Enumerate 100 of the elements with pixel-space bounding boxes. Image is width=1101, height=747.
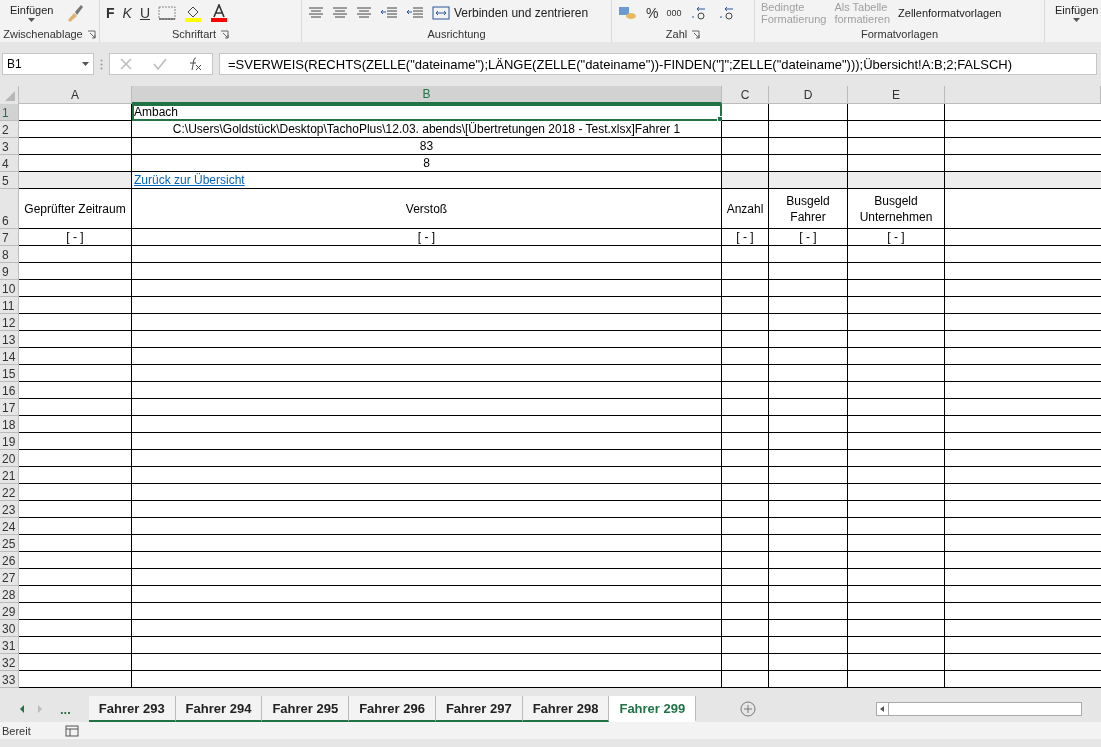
- column-header[interactable]: D: [769, 86, 848, 104]
- table-cell[interactable]: [848, 172, 945, 189]
- table-cell[interactable]: [132, 569, 722, 586]
- table-cell[interactable]: [132, 416, 722, 433]
- table-cell[interactable]: [769, 297, 848, 314]
- table-cell[interactable]: Anzahl: [722, 189, 769, 229]
- table-cell[interactable]: [19, 314, 132, 331]
- table-cell[interactable]: [848, 654, 945, 671]
- table-cell[interactable]: 83: [132, 138, 722, 155]
- grip-icon[interactable]: [100, 58, 103, 70]
- table-cell[interactable]: [769, 518, 848, 535]
- table-cell[interactable]: [19, 172, 132, 189]
- table-cell[interactable]: [132, 654, 722, 671]
- row-header[interactable]: 33: [0, 671, 19, 688]
- row-header[interactable]: 9: [0, 263, 19, 280]
- table-cell[interactable]: [ - ]: [722, 229, 769, 246]
- coins-icon[interactable]: [618, 5, 638, 21]
- table-cell[interactable]: [848, 637, 945, 654]
- style-button[interactable]: Zellenformatvorlagen: [898, 7, 1002, 19]
- row-header[interactable]: 24: [0, 518, 19, 535]
- more-sheets-button[interactable]: ...: [60, 701, 71, 717]
- table-cell[interactable]: [769, 104, 848, 121]
- table-cell[interactable]: [769, 246, 848, 263]
- table-cell[interactable]: [848, 620, 945, 637]
- table-cell[interactable]: [722, 246, 769, 263]
- table-cell[interactable]: [132, 331, 722, 348]
- table-cell[interactable]: [769, 569, 848, 586]
- table-cell[interactable]: [132, 280, 722, 297]
- table-cell[interactable]: [19, 654, 132, 671]
- row-header[interactable]: 15: [0, 365, 19, 382]
- merge-button[interactable]: Verbinden und zentrieren: [432, 6, 589, 20]
- row-header[interactable]: 31: [0, 637, 19, 654]
- table-cell[interactable]: [848, 155, 945, 172]
- macro-record-icon[interactable]: [64, 724, 79, 737]
- table-cell[interactable]: [848, 399, 945, 416]
- row-header[interactable]: 6: [0, 189, 19, 229]
- table-cell[interactable]: [132, 637, 722, 654]
- add-sheet-icon[interactable]: [740, 701, 757, 717]
- border-icon[interactable]: [158, 6, 177, 20]
- row-header[interactable]: 26: [0, 552, 19, 569]
- table-cell[interactable]: [132, 484, 722, 501]
- table-cell[interactable]: [19, 637, 132, 654]
- table-cell[interactable]: [19, 263, 132, 280]
- table-cell[interactable]: [722, 297, 769, 314]
- table-cell[interactable]: [769, 263, 848, 280]
- name-box[interactable]: B1: [2, 53, 94, 75]
- table-cell[interactable]: [769, 399, 848, 416]
- table-cell[interactable]: [769, 138, 848, 155]
- table-cell[interactable]: [848, 518, 945, 535]
- table-cell[interactable]: [ - ]: [769, 229, 848, 246]
- table-cell[interactable]: [722, 121, 769, 138]
- row-header[interactable]: 20: [0, 450, 19, 467]
- table-cell[interactable]: [132, 450, 722, 467]
- table-cell[interactable]: [722, 365, 769, 382]
- row-header[interactable]: 10: [0, 280, 19, 297]
- fill-color-icon[interactable]: [184, 4, 203, 22]
- table-cell[interactable]: Ambach: [132, 104, 722, 121]
- table-cell[interactable]: [132, 552, 722, 569]
- row-header[interactable]: 13: [0, 331, 19, 348]
- table-cell[interactable]: [19, 603, 132, 620]
- table-cell[interactable]: [19, 365, 132, 382]
- table-cell[interactable]: [848, 416, 945, 433]
- sheet-tab[interactable]: Fahrer 297: [435, 696, 523, 722]
- brush-icon[interactable]: [65, 3, 86, 23]
- table-cell[interactable]: [769, 620, 848, 637]
- table-cell[interactable]: 8: [132, 155, 722, 172]
- table-cell[interactable]: [722, 433, 769, 450]
- table-cell[interactable]: [848, 535, 945, 552]
- format-button[interactable]: K: [122, 5, 132, 21]
- row-header[interactable]: 21: [0, 467, 19, 484]
- row-header[interactable]: 5: [0, 172, 19, 189]
- table-cell[interactable]: [19, 138, 132, 155]
- table-cell[interactable]: [769, 552, 848, 569]
- table-cell[interactable]: [769, 416, 848, 433]
- table-cell[interactable]: [769, 654, 848, 671]
- table-cell[interactable]: [19, 104, 132, 121]
- row-header[interactable]: 18: [0, 416, 19, 433]
- row-header[interactable]: 25: [0, 535, 19, 552]
- table-cell[interactable]: [19, 399, 132, 416]
- row-header[interactable]: 16: [0, 382, 19, 399]
- table-cell[interactable]: [848, 297, 945, 314]
- format-button[interactable]: %: [646, 5, 659, 21]
- table-cell[interactable]: [19, 382, 132, 399]
- table-cell[interactable]: [132, 382, 722, 399]
- sheet-tab[interactable]: Fahrer 293: [88, 696, 176, 722]
- table-cell[interactable]: [19, 620, 132, 637]
- table-cell[interactable]: [ - ]: [132, 229, 722, 246]
- table-cell[interactable]: [769, 382, 848, 399]
- dialog-launcher-icon[interactable]: [86, 29, 96, 39]
- table-cell[interactable]: [769, 535, 848, 552]
- table-cell[interactable]: [19, 484, 132, 501]
- table-cell[interactable]: [132, 467, 722, 484]
- row-header[interactable]: 14: [0, 348, 19, 365]
- sheet-tab[interactable]: Fahrer 294: [175, 696, 263, 722]
- table-cell[interactable]: [19, 348, 132, 365]
- table-cell[interactable]: [848, 280, 945, 297]
- table-cell[interactable]: [848, 603, 945, 620]
- table-cell[interactable]: [848, 263, 945, 280]
- row-header[interactable]: 19: [0, 433, 19, 450]
- table-cell[interactable]: [848, 552, 945, 569]
